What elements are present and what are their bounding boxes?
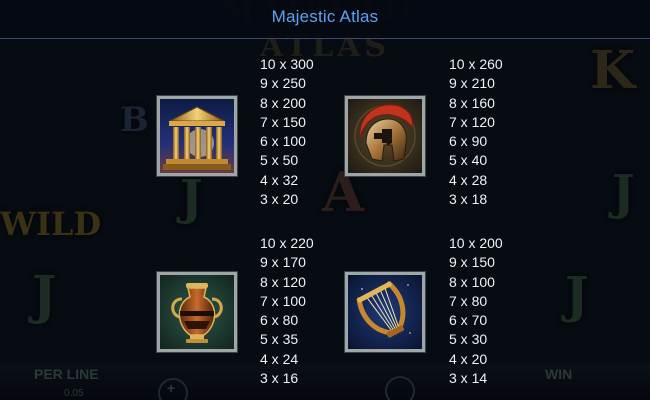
background-spin-button xyxy=(385,376,415,400)
payout-row: 9 x 250 xyxy=(260,75,306,92)
payout-row: 6 x 70 xyxy=(449,312,488,329)
spartan-helmet-icon xyxy=(348,99,422,173)
payout-row: 10 x 300 xyxy=(260,56,314,72)
payout-row: 7 x 80 xyxy=(449,292,488,309)
payout-list-helmet: 10 x 260 9 x 210 8 x 160 7 x 120 6 x 90 … xyxy=(449,55,569,209)
payout-row: 10 x 260 xyxy=(449,56,503,72)
symbol-temple xyxy=(157,96,237,176)
payout-row: 5 x 30 xyxy=(449,331,488,348)
payout-row: 3 x 14 xyxy=(449,370,488,387)
payout-row: 9 x 170 xyxy=(260,254,306,271)
background-reel-letter: B xyxy=(120,100,149,140)
per-line-value: 0.05 xyxy=(64,388,84,399)
background-reel-letter: K xyxy=(590,40,636,101)
payout-row: 4 x 28 xyxy=(449,171,488,188)
background-reel-letter: J xyxy=(32,265,57,326)
background-wild-label: WILD xyxy=(0,205,102,243)
payout-row: 6 x 90 xyxy=(449,133,488,150)
symbol-lyre xyxy=(345,272,425,352)
payout-row: 5 x 40 xyxy=(449,152,488,169)
background-reel-letter: J xyxy=(612,165,635,221)
payout-list-lyre: 10 x 200 9 x 150 8 x 100 7 x 80 6 x 70 5… xyxy=(449,234,569,388)
payout-row: 9 x 150 xyxy=(449,254,495,271)
symbol-amphora xyxy=(157,272,237,352)
amphora-icon xyxy=(160,275,234,349)
paytable-header: Majestic Atlas xyxy=(0,0,650,39)
payout-row: 7 x 120 xyxy=(449,113,495,130)
background-plus-label: + xyxy=(167,380,176,396)
payout-row: 8 x 100 xyxy=(449,273,495,290)
payout-row: 4 x 24 xyxy=(260,350,299,367)
payout-row: 10 x 220 xyxy=(260,235,314,251)
background-reel-letter: J xyxy=(180,170,203,226)
payout-row: 10 x 200 xyxy=(449,235,503,251)
payout-row: 3 x 20 xyxy=(260,191,299,208)
payout-row: 8 x 160 xyxy=(449,94,495,111)
lyre-icon xyxy=(348,275,422,349)
page-title: Majestic Atlas xyxy=(271,7,379,26)
payout-row: 4 x 20 xyxy=(449,350,488,367)
payout-row: 9 x 210 xyxy=(449,75,495,92)
symbol-helmet xyxy=(345,96,425,176)
payout-row: 3 x 16 xyxy=(260,370,299,387)
temple-icon xyxy=(160,99,234,173)
payout-row: 3 x 18 xyxy=(449,191,488,208)
per-line-label: PER LINE xyxy=(34,366,99,382)
